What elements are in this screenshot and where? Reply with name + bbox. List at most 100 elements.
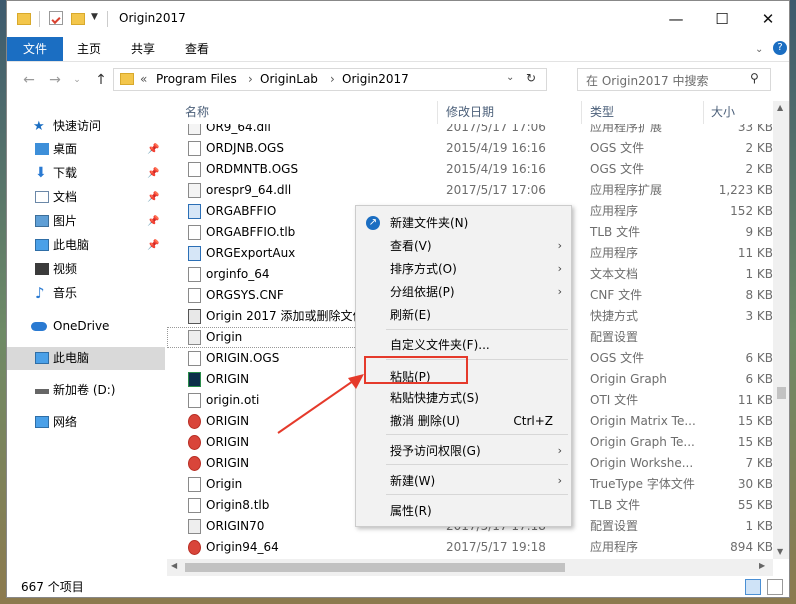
- horizontal-scrollbar[interactable]: ◀ ▶: [167, 559, 773, 576]
- nav-drive-d[interactable]: 新加卷 (D:): [7, 379, 165, 402]
- scroll-down-icon[interactable]: ▼: [777, 547, 783, 556]
- file-size: 1,223 KB: [718, 183, 773, 197]
- star-icon: ★: [33, 119, 45, 134]
- search-input[interactable]: 在 Origin2017 中搜索: [586, 72, 708, 89]
- menu-item-refresh[interactable]: 刷新(E): [356, 304, 571, 326]
- column-separator[interactable]: [581, 101, 582, 124]
- new-folder-icon[interactable]: [71, 13, 85, 25]
- details-view-icon[interactable]: [745, 579, 761, 595]
- chevron-down-icon[interactable]: ⌄: [755, 44, 763, 55]
- file-row[interactable]: ORDMNTB.OGS 2015/4/19 16:16 OGS 文件 2 KB: [167, 159, 773, 180]
- menu-item-new-folder[interactable]: ↗ 新建文件夹(N): [356, 212, 571, 234]
- scroll-right-icon[interactable]: ▶: [759, 561, 765, 570]
- menu-item-new[interactable]: 新建(W) ›: [356, 470, 571, 492]
- column-separator[interactable]: [703, 101, 704, 124]
- file-name: ORIGIN: [206, 456, 250, 470]
- customize-dropdown-icon[interactable]: ▼: [91, 12, 98, 22]
- close-button[interactable]: ✕: [745, 1, 789, 37]
- nav-label: OneDrive: [53, 319, 110, 333]
- file-type: OGS 文件: [590, 162, 645, 176]
- search-box[interactable]: 在 Origin2017 中搜索 ⚲: [577, 68, 771, 91]
- search-icon[interactable]: ⚲: [750, 71, 759, 85]
- pin-icon[interactable]: 📌: [147, 234, 159, 257]
- scroll-thumb[interactable]: [185, 563, 565, 572]
- submenu-arrow-icon: ›: [557, 262, 562, 275]
- pin-icon[interactable]: 📌: [147, 138, 159, 161]
- scroll-up-icon[interactable]: ▲: [777, 103, 783, 112]
- maximize-button[interactable]: ☐: [699, 1, 745, 37]
- file-size: 6 KB: [745, 351, 773, 365]
- column-header: 名称 ^ 修改日期 类型 大小: [167, 101, 773, 124]
- breadcrumb-program-files[interactable]: Program Files: [156, 72, 237, 86]
- origin-file-icon: [188, 540, 201, 555]
- file-size: 152 KB: [730, 204, 773, 218]
- scroll-left-icon[interactable]: ◀: [171, 561, 177, 570]
- file-type: OGS 文件: [590, 351, 645, 365]
- menu-item-group-by[interactable]: 分组依据(P) ›: [356, 281, 571, 303]
- file-type: 配置设置: [590, 330, 639, 344]
- recent-locations-button[interactable]: ⌄: [67, 71, 87, 89]
- nav-item-downloads[interactable]: ⬇ 下载 📌: [7, 162, 165, 185]
- nav-item-videos[interactable]: 视频: [7, 258, 165, 281]
- nav-label: 网络: [53, 415, 78, 429]
- menu-item-customize-folder[interactable]: 自定义文件夹(F)...: [356, 334, 571, 356]
- forward-button[interactable]: →: [45, 71, 65, 89]
- menu-item-sort-by[interactable]: 排序方式(O) ›: [356, 258, 571, 280]
- column-separator[interactable]: [437, 101, 438, 124]
- minimize-button[interactable]: —: [653, 1, 699, 37]
- address-bar[interactable]: « Program Files › OriginLab › Origin2017…: [113, 68, 547, 91]
- pin-icon[interactable]: 📌: [147, 210, 159, 233]
- music-icon: ♪: [35, 284, 45, 302]
- tab-file[interactable]: 文件: [7, 37, 63, 61]
- breadcrumb-origin2017[interactable]: Origin2017: [342, 72, 409, 86]
- menu-item-view[interactable]: 查看(V) ›: [356, 235, 571, 257]
- help-icon[interactable]: ?: [773, 41, 787, 55]
- scroll-thumb[interactable]: [777, 387, 786, 399]
- menu-item-paste-shortcut[interactable]: 粘贴快捷方式(S): [356, 387, 571, 409]
- file-row[interactable]: orespr9_64.dll 2017/5/17 17:06 应用程序扩展 1,223…: [167, 180, 773, 201]
- tab-share[interactable]: 共享: [119, 37, 167, 61]
- divider: [107, 11, 108, 27]
- menu-item-undo-delete[interactable]: 撤消 删除(U) Ctrl+Z: [356, 410, 571, 432]
- nav-label: 桌面: [53, 142, 78, 156]
- nav-network[interactable]: 网络: [7, 411, 165, 434]
- nav-item-pictures[interactable]: 图片 📌: [7, 210, 165, 233]
- nav-quick-access[interactable]: ★ 快速访问: [7, 115, 165, 138]
- file-type: OGS 文件: [590, 141, 645, 155]
- file-name: origin.oti: [206, 393, 260, 407]
- menu-item-properties[interactable]: 属性(R): [356, 500, 571, 522]
- file-size: 9 KB: [745, 225, 773, 239]
- menu-separator: [386, 494, 568, 495]
- tab-view[interactable]: 查看: [173, 37, 221, 61]
- nav-item-music[interactable]: ♪ 音乐: [7, 282, 165, 305]
- file-type: OTI 文件: [590, 393, 639, 407]
- up-button[interactable]: ↑: [91, 71, 111, 89]
- ribbon-tabs: 文件 主页 共享 查看 ⌄ ?: [7, 37, 789, 62]
- file-type: TLB 文件: [590, 498, 641, 512]
- pin-icon[interactable]: 📌: [147, 162, 159, 185]
- nav-item-desktop[interactable]: 桌面 📌: [7, 138, 165, 161]
- vertical-scrollbar[interactable]: ▲ ▼: [773, 101, 789, 559]
- file-row[interactable]: ORDJNB.OGS 2015/4/19 16:16 OGS 文件 2 KB: [167, 138, 773, 159]
- column-name[interactable]: 名称: [185, 101, 209, 124]
- nav-item-this-pc-quick[interactable]: 此电脑 📌: [7, 234, 165, 257]
- nav-item-documents[interactable]: 文档 📌: [7, 186, 165, 209]
- pin-icon[interactable]: 📌: [147, 186, 159, 209]
- back-button[interactable]: ←: [19, 71, 39, 89]
- sort-ascending-icon: ^: [305, 101, 313, 107]
- overflow-chevron[interactable]: «: [140, 72, 147, 86]
- column-date[interactable]: 修改日期: [446, 101, 494, 124]
- column-type[interactable]: 类型: [590, 101, 614, 124]
- ini-file-icon: [188, 330, 201, 345]
- nav-onedrive[interactable]: OneDrive: [7, 315, 165, 338]
- column-size[interactable]: 大小: [711, 101, 735, 124]
- menu-item-give-access[interactable]: 授予访问权限(G) ›: [356, 440, 571, 462]
- address-dropdown-icon[interactable]: ⌄: [506, 72, 514, 83]
- refresh-icon[interactable]: ↻: [526, 71, 536, 85]
- nav-this-pc[interactable]: 此电脑: [7, 347, 165, 370]
- properties-icon[interactable]: [49, 11, 63, 25]
- file-row[interactable]: Origin94_64 2017/5/17 19:18 应用程序 894 KB: [167, 537, 773, 558]
- breadcrumb-originlab[interactable]: OriginLab: [260, 72, 318, 86]
- large-icons-view-icon[interactable]: [767, 579, 783, 595]
- tab-home[interactable]: 主页: [65, 37, 113, 61]
